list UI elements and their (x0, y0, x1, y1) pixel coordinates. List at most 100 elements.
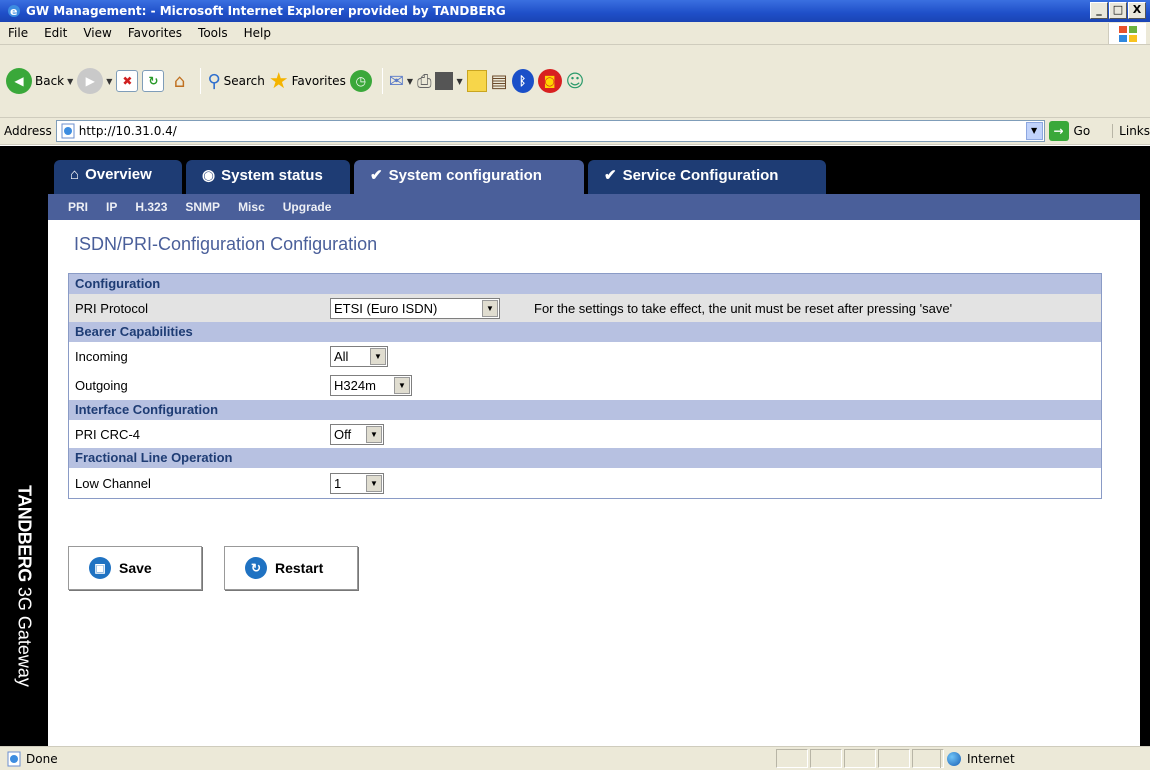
status-text: Done (26, 751, 58, 766)
research-button[interactable]: ▤ (491, 71, 508, 92)
tab-service-configuration[interactable]: ✔ Service Configuration (588, 160, 826, 194)
chevron-down-icon: ▼ (366, 425, 382, 443)
forward-button[interactable]: ▶ ▼ (77, 68, 112, 94)
back-button[interactable]: ◀ Back ▼ (6, 68, 73, 94)
restart-button[interactable]: ↻ Restart (224, 546, 358, 590)
subnav-misc[interactable]: Misc (238, 200, 265, 214)
row-pri-protocol: PRI Protocol ETSI (Euro ISDN) ▼ For the … (69, 294, 1101, 322)
status-icon: ◉ (202, 167, 216, 184)
subnav-ip[interactable]: IP (106, 200, 117, 214)
back-arrow-icon: ◀ (6, 68, 32, 94)
pri-protocol-label: PRI Protocol (75, 300, 148, 316)
windows-logo-icon (1108, 23, 1146, 44)
go-button[interactable]: → Go (1048, 121, 1090, 141)
address-dropdown-button[interactable]: ▼ (1025, 122, 1043, 140)
browser-toolbar: ◀ Back ▼ ▶ ▼ ✖ ↻ ⌂ ⚲ Search ★ Favorites ◷ (0, 45, 1150, 118)
status-pane (844, 749, 876, 768)
sub-navigation: PRI IP H.323 SNMP Misc Upgrade (48, 194, 1140, 220)
star-icon: ★ (268, 68, 289, 94)
refresh-button[interactable]: ↻ (142, 70, 165, 92)
pri-protocol-select[interactable]: ETSI (Euro ISDN) ▼ (330, 297, 500, 319)
edit-icon (435, 72, 454, 90)
window-titlebar: e GW Management: - Microsoft Internet Ex… (0, 0, 1150, 22)
refresh-icon: ↻ (142, 70, 165, 92)
address-url: http://10.31.0.4/ (78, 124, 177, 138)
bluetooth-icon: ᛒ (511, 69, 534, 93)
favorites-button[interactable]: ★ Favorites (269, 69, 346, 94)
contacts-button[interactable]: ☺ (566, 71, 585, 92)
status-panes (776, 749, 946, 768)
history-button[interactable]: ◷ (349, 70, 372, 92)
chevron-down-icon: ▼ (394, 376, 410, 394)
subnav-snmp[interactable]: SNMP (185, 200, 220, 214)
restart-icon: ↻ (245, 557, 267, 579)
bluetooth-button[interactable]: ᛒ (511, 69, 534, 93)
chevron-down-icon: ▼ (370, 347, 386, 365)
address-bar: Address http://10.31.0.4/ ▼ → Go Links (0, 118, 1150, 145)
crc4-select[interactable]: Off ▼ (330, 423, 384, 445)
brand-logo: TANDBERG 3G Gateway (14, 485, 35, 687)
messenger-button[interactable]: ◙ (537, 69, 562, 93)
home-button[interactable]: ⌂ (168, 70, 190, 92)
menu-tools[interactable]: Tools (190, 26, 236, 40)
minimize-button[interactable]: _ (1090, 2, 1108, 19)
mail-button[interactable]: ✉ ▼ (389, 71, 413, 92)
subnav-h323[interactable]: H.323 (135, 200, 167, 214)
svg-text:e: e (10, 5, 17, 18)
search-button[interactable]: ⚲ Search (207, 71, 264, 92)
menu-help[interactable]: Help (236, 26, 279, 40)
close-button[interactable]: X (1128, 2, 1146, 19)
mail-icon: ✉ (388, 70, 404, 92)
printer-icon: ⎙ (417, 70, 432, 92)
security-zone: Internet (940, 749, 1130, 768)
menu-favorites[interactable]: Favorites (120, 26, 190, 40)
page-title: ISDN/PRI-Configuration Configuration (74, 234, 378, 254)
section-bearer-capabilities: Bearer Capabilities (69, 322, 1101, 342)
print-button[interactable]: ⎙ (417, 71, 431, 92)
edit-button[interactable]: ▼ (435, 72, 463, 90)
tab-overview[interactable]: ⌂ Overview (54, 160, 182, 194)
low-channel-select[interactable]: 1 ▼ (330, 472, 384, 494)
maximize-button[interactable]: □ (1109, 2, 1127, 19)
save-button[interactable]: ▣ Save (68, 546, 202, 590)
menu-file[interactable]: File (0, 26, 36, 40)
note-icon (466, 70, 487, 92)
notes-button[interactable] (466, 70, 487, 92)
status-pane (878, 749, 910, 768)
address-input[interactable]: http://10.31.0.4/ ▼ (55, 120, 1045, 142)
research-icon: ▤ (490, 70, 508, 92)
content-panel: ISDN/PRI-Configuration Configuration Con… (48, 220, 1140, 746)
stop-button[interactable]: ✖ (116, 70, 139, 92)
menu-edit[interactable]: Edit (36, 26, 75, 40)
links-button[interactable]: Links (1112, 124, 1150, 138)
search-icon: ⚲ (207, 70, 221, 92)
reset-notice: For the settings to take effect, the uni… (534, 300, 953, 316)
page-viewport: TANDBERG 3G Gateway ⌂ Overview ◉ System st… (0, 146, 1150, 746)
section-fractional-line-operation: Fractional Line Operation (69, 448, 1101, 468)
address-label: Address (4, 124, 52, 138)
section-configuration: Configuration (69, 274, 1101, 294)
page-icon (61, 123, 75, 139)
home-icon: ⌂ (70, 166, 80, 183)
subnav-upgrade[interactable]: Upgrade (283, 200, 332, 214)
main-tabs: ⌂ Overview ◉ System status ✔ System configu… (48, 146, 1150, 194)
row-outgoing: Outgoing H324m ▼ (69, 370, 1101, 400)
tab-system-status[interactable]: ◉ System status (186, 160, 350, 194)
subnav-pri[interactable]: PRI (68, 200, 88, 214)
menu-bar: File Edit View Favorites Tools Help (0, 22, 1150, 45)
incoming-select[interactable]: All ▼ (330, 345, 388, 367)
config-table: Configuration PRI Protocol ETSI (Euro IS… (68, 273, 1102, 499)
history-icon: ◷ (349, 70, 372, 92)
go-arrow-icon: → (1048, 121, 1069, 141)
outgoing-select[interactable]: H324m ▼ (330, 374, 412, 396)
chevron-down-icon: ▼ (482, 299, 498, 317)
chevron-down-icon: ▼ (366, 474, 382, 492)
row-crc4: PRI CRC-4 Off ▼ (69, 420, 1101, 448)
low-channel-label: Low Channel (75, 475, 151, 491)
tab-system-configuration[interactable]: ✔ System configuration (354, 160, 584, 194)
window-title: GW Management: - Microsoft Internet Expl… (26, 4, 506, 18)
crc4-label: PRI CRC-4 (75, 426, 141, 442)
menu-view[interactable]: View (75, 26, 119, 40)
home-icon: ⌂ (173, 70, 186, 92)
toolbar-separator (381, 68, 383, 94)
